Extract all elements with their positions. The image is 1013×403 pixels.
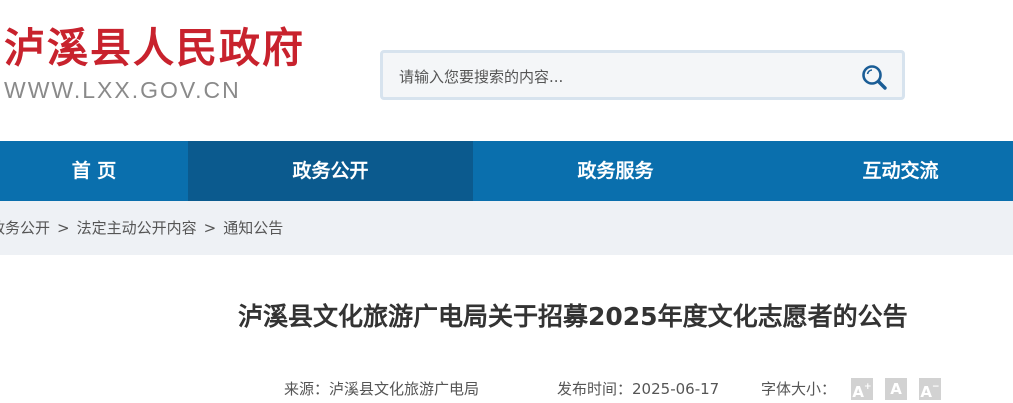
- minus-icon: −: [932, 382, 940, 392]
- main-nav: 首 页 政务公开 政务服务 互动交流: [0, 141, 1013, 201]
- breadcrumb-notices[interactable]: 通知公告: [223, 217, 283, 238]
- font-size-label: 字体大小：: [761, 380, 837, 398]
- date-value: 2025-06-17: [632, 380, 720, 398]
- site-title[interactable]: 泸溪县人民政府: [4, 14, 305, 74]
- font-size-large-button[interactable]: A+: [851, 378, 873, 401]
- search-button[interactable]: [860, 63, 888, 91]
- breadcrumb-separator: >: [203, 219, 217, 237]
- search-icon: [862, 65, 887, 90]
- font-size-small-button[interactable]: A−: [919, 378, 941, 401]
- breadcrumb-gov-affairs-open[interactable]: 政务公开: [0, 217, 50, 238]
- search-box: [380, 50, 905, 100]
- article-title: 泸溪县文化旅游广电局关于招募2025年度文化志愿者的公告: [238, 302, 908, 331]
- source-label: 来源：: [284, 380, 330, 398]
- font-size-small-glyph: A: [920, 383, 933, 401]
- font-size-medium-button[interactable]: A: [885, 378, 907, 400]
- nav-item-home[interactable]: 首 页: [0, 141, 188, 201]
- article-date: 发布时间：2025-06-17: [557, 378, 719, 399]
- article-source: 来源：泸溪县文化旅游广电局: [284, 378, 479, 399]
- site-domain: WWW.LXX.GOV.CN: [4, 77, 241, 103]
- date-label: 发布时间：: [557, 380, 633, 398]
- site-header: 泸溪县人民政府 WWW.LXX.GOV.CN: [0, 0, 1013, 141]
- breadcrumb-bar: 政务公开 > 法定主动公开内容 > 通知公告: [0, 201, 1013, 255]
- source-value: 泸溪县文化旅游广电局: [329, 380, 480, 398]
- breadcrumb-statutory-disclosure[interactable]: 法定主动公开内容: [77, 217, 197, 238]
- breadcrumb: 政务公开 > 法定主动公开内容 > 通知公告: [0, 217, 283, 238]
- font-size-medium-glyph: A: [890, 380, 902, 398]
- nav-item-gov-services[interactable]: 政务服务: [473, 141, 758, 201]
- plus-icon: +: [864, 382, 872, 392]
- font-size-large-glyph: A: [852, 383, 865, 401]
- nav-item-gov-affairs-open[interactable]: 政务公开: [188, 141, 473, 201]
- nav-item-interaction[interactable]: 互动交流: [758, 141, 1013, 201]
- breadcrumb-separator: >: [57, 219, 70, 237]
- search-input[interactable]: [397, 63, 841, 91]
